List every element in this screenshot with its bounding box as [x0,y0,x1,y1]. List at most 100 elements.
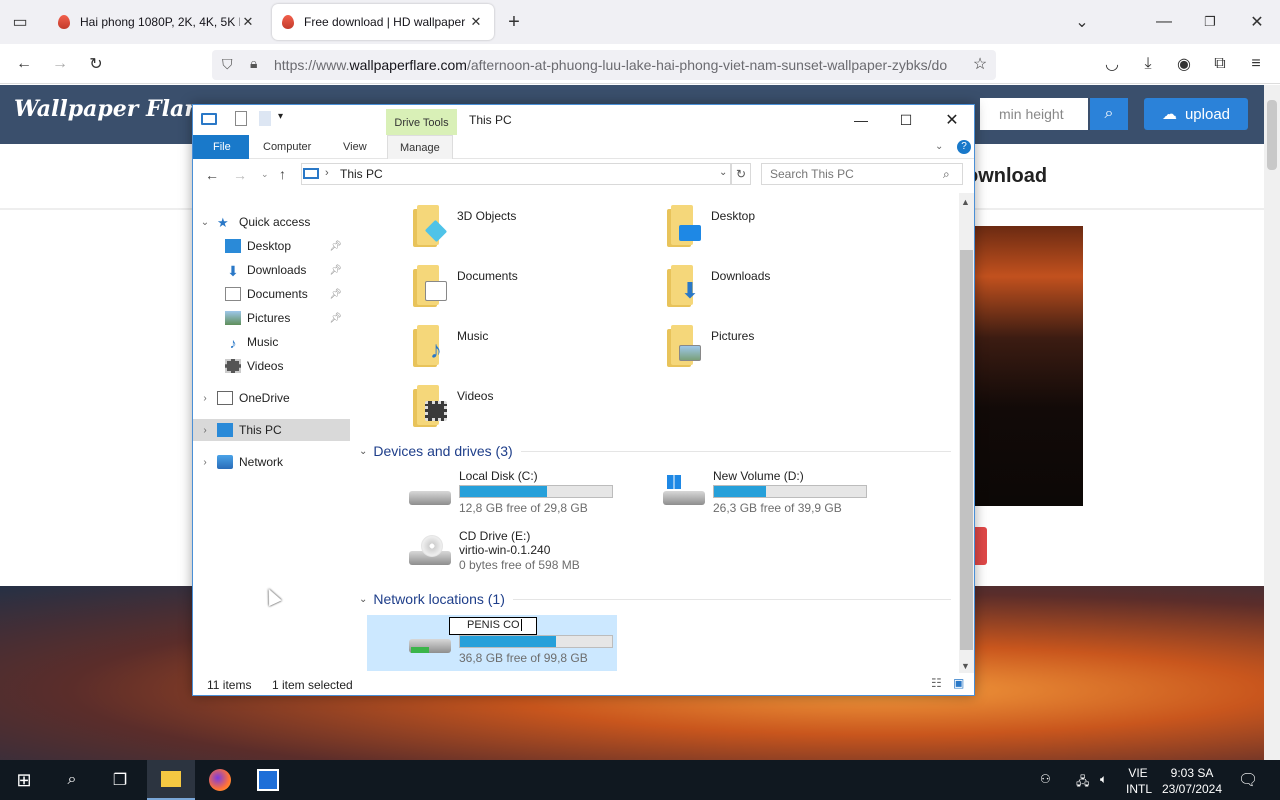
collapsed-chevron-icon[interactable]: › [193,393,217,404]
tab-file[interactable]: File [193,135,249,159]
nav-music[interactable]: ♪ Music [193,331,350,353]
drive-c[interactable]: Local Disk (C:) 12,8 GB free of 29,8 GB [407,469,613,515]
maximize-icon[interactable]: ☐ [883,105,929,135]
firefox-taskbar-icon[interactable] [196,760,244,800]
download-icon[interactable]: ⤓ [1134,50,1162,78]
folder-3d-objects[interactable]: 3D Objects [411,205,516,249]
pocket-icon[interactable]: ◡ [1098,50,1126,78]
network-drive[interactable]: PENIS CO 36,8 GB free of 99,8 GB [407,617,613,665]
pin-icon[interactable]: 📌︎ [329,313,342,324]
expanded-chevron-icon[interactable]: ⌄ [193,217,217,228]
collapse-chevron-icon[interactable]: ⌄ [359,446,367,457]
network-status-icon[interactable]: 🖧︎ [1076,772,1089,793]
page-scrollbar[interactable] [1264,85,1280,760]
new-tab-button[interactable]: + [500,8,528,36]
nav-network[interactable]: › Network [193,451,350,473]
forward-icon[interactable]: → [46,50,74,78]
clock[interactable]: 9:03 SA 23/07/2024 [1160,765,1224,797]
restore-icon[interactable]: ❐ [1196,8,1224,36]
nav-downloads[interactable]: ⬇ Downloads 📌︎ [193,259,350,281]
start-button[interactable]: ⊞ [0,760,48,800]
notifications-icon[interactable]: 🗨︎ [1238,770,1258,790]
recent-locations-icon[interactable]: ⌄ [261,169,269,180]
help-icon[interactable]: ? [957,140,971,154]
minimize-icon[interactable]: — [838,105,884,135]
scroll-up-icon[interactable]: ▲ [961,197,970,207]
nav-this-pc[interactable]: › This PC [193,419,350,441]
close-icon[interactable]: ✕ [240,14,256,30]
folder-pictures[interactable]: Pictures [665,325,754,369]
up-icon[interactable]: ↑ [279,166,286,182]
tab-list-icon[interactable]: ▭ [6,8,34,36]
folder-documents[interactable]: Documents [411,265,518,309]
properties-icon[interactable] [235,111,247,126]
shield-icon[interactable]: ⛉ [222,56,233,73]
new-folder-icon[interactable] [259,111,271,126]
reload-icon[interactable]: ↻ [82,50,110,78]
tab-manage[interactable]: Manage [387,135,453,159]
site-logo[interactable]: Wallpaper Flare [14,96,210,122]
ribbon-expand-icon[interactable]: ⌄ [935,141,943,152]
account-icon[interactable]: ◉ [1170,50,1198,78]
folder-desktop[interactable]: Desktop [665,205,755,249]
forward-icon[interactable]: → [233,167,247,183]
network-group-header[interactable]: ⌄ Network locations (1) [359,591,951,607]
pin-icon[interactable]: 📌︎ [329,241,342,252]
download-button[interactable] [975,527,987,565]
refresh-button[interactable]: ↻ [731,163,751,185]
folder-videos[interactable]: Videos [411,385,493,429]
extensions-icon[interactable]: ⧉ [1206,50,1234,78]
input-language[interactable]: VIE INTL [1126,765,1152,797]
nav-onedrive[interactable]: › OneDrive [193,387,350,409]
bookmark-star-icon[interactable]: ☆ [966,50,994,78]
nav-quick-access[interactable]: ⌄ ★ Quick access [193,211,350,233]
url-bar[interactable]: https://www. wallpaperflare.com/afternoon… [212,50,996,80]
scroll-down-icon[interactable]: ▼ [961,661,970,671]
folder-downloads[interactable]: ⬇ Downloads [665,265,770,309]
breadcrumb-chevron-icon[interactable]: › [325,167,329,179]
collapse-chevron-icon[interactable]: ⌄ [359,594,367,605]
address-bar[interactable]: This PC [301,163,731,185]
search-icon[interactable]: ⌕ [48,760,96,800]
devices-group-header[interactable]: ⌄ Devices and drives (3) [359,443,951,459]
large-icons-view-icon[interactable]: ▣ [953,676,964,690]
minimize-icon[interactable]: — [1150,8,1178,36]
file-explorer-taskbar-icon[interactable] [147,760,195,800]
drive-e[interactable]: CD Drive (E:) virtio-win-0.1.240 0 bytes… [407,529,580,572]
defender-taskbar-icon[interactable] [244,760,292,800]
drive-d[interactable]: New Volume (D:) 26,3 GB free of 39,9 GB [661,469,867,515]
quick-access-toolbar-dropdown-icon[interactable]: ▾ [278,111,283,122]
upload-button[interactable]: ☁ upload [1144,98,1248,130]
task-view-icon[interactable]: ❐ [96,760,144,800]
tab-view[interactable]: View [331,135,379,159]
search-input[interactable]: Search This PC [761,163,963,185]
tab-computer[interactable]: Computer [251,135,323,159]
page-scrollbar-thumb[interactable] [1267,100,1277,170]
people-icon[interactable]: ⚇ [1040,772,1051,786]
tab-overflow-icon[interactable]: ⌄ [1068,8,1096,36]
back-icon[interactable]: ← [10,50,38,78]
close-icon[interactable]: ✕ [468,14,484,30]
collapsed-chevron-icon[interactable]: › [193,425,217,436]
tab-hai-phong[interactable]: Hai phong 1080P, 2K, 4K, 5K HD wallpaper… [48,4,266,40]
pin-icon[interactable]: 📌︎ [329,289,342,300]
search-button[interactable]: ⌕ [1090,98,1128,130]
tab-free-download[interactable]: Free download | HD wallpaper ✕ [272,4,494,40]
close-window-icon[interactable]: ✕ [1243,8,1271,36]
back-icon[interactable]: ← [205,167,219,183]
wallpaper-preview-image[interactable] [975,226,1083,506]
nav-desktop[interactable]: Desktop 📌︎ [193,235,350,257]
volume-muted-icon[interactable]: 🔈︎ [1100,772,1107,787]
collapsed-chevron-icon[interactable]: › [193,457,217,468]
nav-pictures[interactable]: Pictures 📌︎ [193,307,350,329]
content-scrollbar-thumb[interactable] [960,250,973,650]
menu-icon[interactable]: ≡ [1242,50,1270,78]
rename-input[interactable]: PENIS CO [449,617,537,635]
details-view-icon[interactable]: ☷ [931,676,942,690]
pin-icon[interactable]: 📌︎ [329,265,342,276]
close-icon[interactable]: ✕ [929,105,975,135]
folder-music[interactable]: ♪ Music [411,325,488,369]
min-height-input[interactable]: min height [980,98,1088,130]
address-dropdown-icon[interactable]: ⌄ [719,167,727,178]
nav-documents[interactable]: Documents 📌︎ [193,283,350,305]
